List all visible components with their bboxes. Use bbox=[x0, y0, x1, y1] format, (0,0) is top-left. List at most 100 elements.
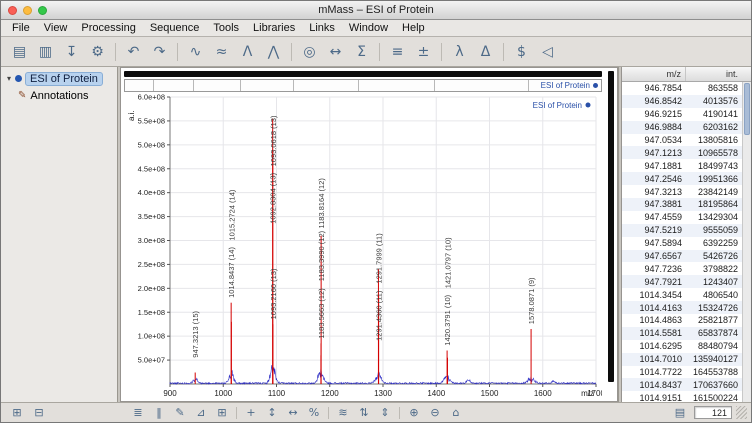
menu-links[interactable]: Links bbox=[302, 21, 342, 35]
add-document-button[interactable]: ⊞ bbox=[7, 405, 27, 421]
undo-button[interactable]: ↶ bbox=[121, 40, 146, 64]
title-bar[interactable]: mMass – ESI of Protein bbox=[1, 1, 751, 20]
menu-processing[interactable]: Processing bbox=[74, 21, 142, 35]
baseline-correction-button[interactable]: ∿ bbox=[183, 40, 208, 64]
peaklist-row[interactable]: 1014.629588480794 bbox=[622, 340, 751, 353]
smoothing-button[interactable]: ≈ bbox=[209, 40, 234, 64]
calibration-button[interactable]: ◎ bbox=[297, 40, 322, 64]
peaklist-row[interactable]: 947.58946392259 bbox=[622, 237, 751, 250]
zoom-in-button[interactable]: ⊕ bbox=[404, 405, 424, 421]
peaklist-row[interactable]: 1014.7010135940127 bbox=[622, 353, 751, 366]
peak-label: 1183.5663 (12) bbox=[317, 288, 326, 339]
scrollbar-thumb[interactable] bbox=[744, 83, 750, 135]
x-tick-label: 1300 bbox=[374, 389, 392, 398]
mass-calculator-button[interactable]: ± bbox=[411, 40, 436, 64]
toolbar-separator bbox=[177, 43, 178, 61]
normalize-button[interactable]: % bbox=[304, 405, 324, 421]
document-report-icon: ▤ bbox=[13, 44, 26, 60]
toggle-ticks-button[interactable]: ‖ bbox=[149, 405, 169, 421]
toggle-notations-button[interactable]: ✎ bbox=[170, 405, 190, 421]
peaklist-row[interactable]: 947.455913429304 bbox=[622, 211, 751, 224]
print-button[interactable]: ▥ bbox=[33, 40, 58, 64]
peaklist-row[interactable]: 947.053413805816 bbox=[622, 134, 751, 147]
close-button[interactable] bbox=[8, 6, 17, 15]
peaklist-row[interactable]: 946.92154190141 bbox=[622, 108, 751, 121]
export-button[interactable]: ↧ bbox=[59, 40, 84, 64]
tracker-button[interactable]: + bbox=[241, 405, 261, 421]
sidebar-item-annotations[interactable]: ✎Annotations bbox=[1, 87, 117, 104]
deisotoping-button[interactable]: ⋀ bbox=[261, 40, 286, 64]
toolbar-separator bbox=[291, 43, 292, 61]
menu-sequence[interactable]: Sequence bbox=[143, 21, 207, 35]
remove-document-button[interactable]: ⊟ bbox=[29, 405, 49, 421]
peak-label: 1578.0871 (9) bbox=[527, 277, 536, 324]
menu-file[interactable]: File bbox=[5, 21, 37, 35]
peaklist-row[interactable]: 1014.486325821877 bbox=[622, 314, 751, 327]
zoom-reset-button[interactable]: ⌂ bbox=[446, 405, 466, 421]
measurement-icon: ↔ bbox=[330, 44, 342, 60]
peaklist-row[interactable]: 946.85424013576 bbox=[622, 95, 751, 108]
dollar-tool-button[interactable]: $ bbox=[509, 40, 534, 64]
column-header-mz[interactable]: m/z bbox=[622, 67, 686, 81]
peaklist-row[interactable]: 946.7854863558 bbox=[622, 82, 751, 95]
menu-help[interactable]: Help bbox=[395, 21, 432, 35]
peaklist-row[interactable]: 1014.416315324726 bbox=[622, 301, 751, 314]
range-button[interactable]: ↔ bbox=[283, 405, 303, 421]
strip-peak-mark bbox=[528, 80, 529, 91]
menu-libraries[interactable]: Libraries bbox=[246, 21, 302, 35]
sidebar-item-document[interactable]: ▾ESI of Protein bbox=[1, 70, 117, 87]
peaklist-row[interactable]: 1014.34544806540 bbox=[622, 288, 751, 301]
peaklist-row[interactable]: 946.98846203162 bbox=[622, 121, 751, 134]
peaklist-row[interactable]: 947.388118195864 bbox=[622, 198, 751, 211]
menu-tools[interactable]: Tools bbox=[206, 21, 246, 35]
peaklist-row[interactable]: 947.72363798822 bbox=[622, 262, 751, 275]
flip-button[interactable]: ⇅ bbox=[354, 405, 374, 421]
peaklist-row[interactable]: 947.321323842149 bbox=[622, 185, 751, 198]
settings-button[interactable]: ⚙ bbox=[85, 40, 110, 64]
y-range-bar[interactable] bbox=[608, 71, 614, 382]
peaklist-row[interactable]: 947.79211243407 bbox=[622, 275, 751, 288]
peak-differences-button[interactable]: Δ bbox=[473, 40, 498, 64]
x-tick-label: 900 bbox=[163, 389, 177, 398]
offset-button[interactable]: ⇕ bbox=[375, 405, 395, 421]
label-angle-button[interactable]: ⊿ bbox=[191, 405, 211, 421]
peaklist-menu-button[interactable]: ▤ bbox=[670, 405, 690, 421]
peaklist-row[interactable]: 947.121310965578 bbox=[622, 146, 751, 159]
compounds-search-button[interactable]: λ bbox=[447, 40, 472, 64]
deconvolution-button[interactable]: Σ bbox=[349, 40, 374, 64]
peaklist-row[interactable]: 947.52199555059 bbox=[622, 224, 751, 237]
peaklist-row[interactable]: 947.188118499743 bbox=[622, 159, 751, 172]
peaklist-row[interactable]: 1014.9151161500224 bbox=[622, 391, 751, 402]
cell-mz: 947.5219 bbox=[622, 225, 686, 235]
announcement-button[interactable]: ◁ bbox=[535, 40, 560, 64]
cell-mz: 1014.7722 bbox=[622, 367, 686, 377]
overlay-button[interactable]: ≋ bbox=[333, 405, 353, 421]
column-header-int[interactable]: int. bbox=[686, 67, 751, 81]
peaklist-row[interactable]: 1014.8437170637660 bbox=[622, 378, 751, 391]
zoom-window-button[interactable] bbox=[38, 6, 47, 15]
x-range-bar[interactable] bbox=[124, 71, 602, 77]
document-report-button[interactable]: ▤ bbox=[7, 40, 32, 64]
y-tick-label: 5.5e+08 bbox=[138, 116, 165, 125]
peaklist-scrollbar[interactable] bbox=[742, 82, 751, 402]
x-axis-label: m/z bbox=[581, 389, 594, 398]
spectrum-plot[interactable]: 900100011001200130014001500160017005.0e+… bbox=[124, 93, 602, 399]
autoscale-button[interactable]: ↕ bbox=[262, 405, 282, 421]
peaklist-row[interactable]: 1014.7722164553788 bbox=[622, 366, 751, 379]
menu-view[interactable]: View bbox=[37, 21, 75, 35]
peaklist-row[interactable]: 1014.558165837874 bbox=[622, 327, 751, 340]
disclosure-caret-icon[interactable]: ▾ bbox=[4, 74, 14, 83]
peaklist-row[interactable]: 947.254619951366 bbox=[622, 172, 751, 185]
menu-window[interactable]: Window bbox=[342, 21, 395, 35]
toggle-grid-button[interactable]: ⊞ bbox=[212, 405, 232, 421]
resize-grip[interactable] bbox=[736, 406, 747, 419]
peak-picking-button[interactable]: Λ bbox=[235, 40, 260, 64]
measurement-button[interactable]: ↔ bbox=[323, 40, 348, 64]
sequence-editor-button[interactable]: ≡ bbox=[385, 40, 410, 64]
minimize-button[interactable] bbox=[23, 6, 32, 15]
toggle-labels-button[interactable]: ≣ bbox=[128, 405, 148, 421]
cell-mz: 947.4559 bbox=[622, 212, 686, 222]
redo-button[interactable]: ↷ bbox=[147, 40, 172, 64]
peaklist-row[interactable]: 947.65675426726 bbox=[622, 250, 751, 263]
zoom-out-button[interactable]: ⊖ bbox=[425, 405, 445, 421]
